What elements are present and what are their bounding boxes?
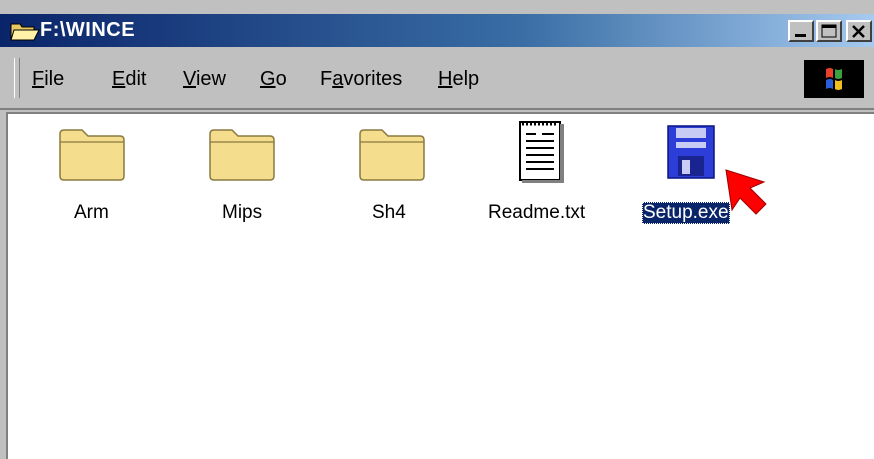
file-label: Sh4 xyxy=(372,202,406,223)
folder-open-icon xyxy=(10,23,40,41)
folder-icon xyxy=(59,129,125,181)
file-label: Mips xyxy=(222,202,263,223)
minimize-icon xyxy=(795,34,806,37)
file-label: Setup.exe xyxy=(642,202,730,224)
floppy-disk-icon xyxy=(667,125,715,179)
maximize-button[interactable] xyxy=(816,20,842,42)
menu-help[interactable]: Help xyxy=(438,68,479,91)
folder-icon xyxy=(359,129,425,181)
file-view[interactable]: Arm Mips Sh4 Readme.txt Setup.exe xyxy=(6,112,874,459)
close-icon xyxy=(852,25,865,38)
file-label: Readme.txt xyxy=(488,202,586,223)
window-title: F:\WINCE xyxy=(40,19,136,41)
title-bar[interactable]: F:\WINCE xyxy=(0,14,874,47)
windows-logo xyxy=(804,60,864,98)
menu-bar: File Edit View Go Favorites Help xyxy=(0,50,874,110)
text-document-icon xyxy=(519,121,564,183)
menu-go[interactable]: Go xyxy=(260,68,287,91)
mouse-cursor-icon xyxy=(725,169,767,215)
folder-icon xyxy=(209,129,275,181)
menu-file[interactable]: File xyxy=(32,68,64,91)
minimize-button[interactable] xyxy=(788,20,814,42)
close-button[interactable] xyxy=(846,20,872,42)
file-label: Arm xyxy=(74,202,109,223)
windows-flag-icon xyxy=(826,68,842,90)
menu-view[interactable]: View xyxy=(183,68,226,91)
toolbar-grip[interactable] xyxy=(14,58,20,98)
maximize-icon xyxy=(821,24,837,38)
menu-favorites[interactable]: Favorites xyxy=(320,68,402,91)
menu-edit[interactable]: Edit xyxy=(112,68,146,91)
